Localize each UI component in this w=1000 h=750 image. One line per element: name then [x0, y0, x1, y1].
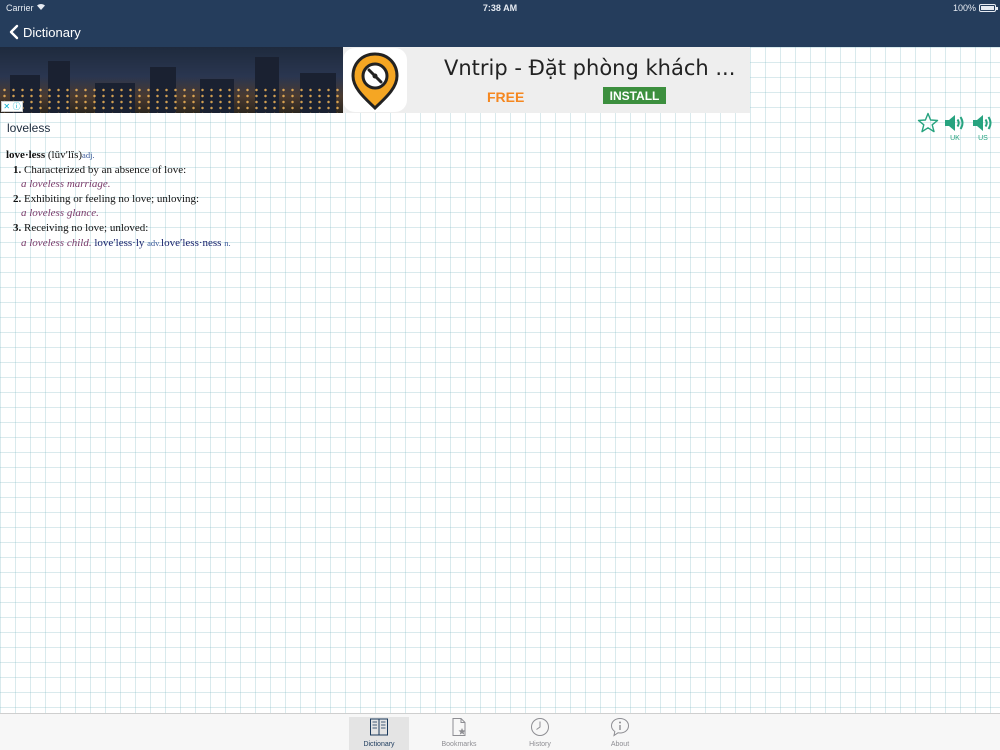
- example-text: a loveless marriage.: [21, 178, 111, 191]
- bookmark-page-icon: [452, 718, 466, 736]
- battery-percent: 100%: [952, 3, 976, 13]
- content-area: ✕ ⓘ Vntrip - Đặt phòng khách ... FREE IN…: [0, 47, 1000, 713]
- location-pin-icon: [351, 52, 399, 111]
- definition-text: Receiving no love; unloved:: [24, 221, 149, 234]
- speaker-us-button[interactable]: US: [970, 112, 996, 144]
- tab-bookmarks-label: Bookmarks: [441, 741, 477, 748]
- headword: love·less: [6, 149, 46, 161]
- info-icon[interactable]: ⓘ: [13, 101, 21, 112]
- tab-about-label: About: [610, 741, 630, 748]
- sense-number: 2.: [13, 192, 22, 205]
- speaker-icon: [973, 115, 992, 131]
- tab-history-label: History: [529, 741, 551, 748]
- example-line: a loveless child. love′less·ly adv.love′…: [6, 236, 231, 251]
- ad-app-logo: [343, 48, 407, 112]
- book-icon: [370, 718, 388, 736]
- sense-number: 3.: [13, 221, 22, 234]
- tab-history[interactable]: History: [510, 717, 570, 750]
- navigation-bar: Dictionary: [0, 16, 1000, 47]
- derived-pos: adv.: [147, 237, 162, 248]
- pronunciation: (lŭv′lĭs): [47, 149, 83, 161]
- sense-definition: 3. Receiving no love; unloved:: [6, 221, 231, 236]
- tab-bookmarks[interactable]: Bookmarks: [429, 717, 489, 750]
- sense-definition: 2. Exhibiting or feeling no love; unlovi…: [6, 192, 231, 207]
- entry-actions: UK US: [910, 112, 1000, 146]
- info-bubble-icon: [610, 717, 630, 737]
- back-button[interactable]: Dictionary: [8, 22, 81, 42]
- speaker-icon: [945, 115, 964, 131]
- dictionary-entry: love·less (lŭv′lĭs)adj. 1. Characterized…: [6, 148, 231, 250]
- ad-install-button[interactable]: INSTALL: [603, 87, 666, 104]
- derived-word: love′less·ness: [161, 236, 222, 249]
- clock-icon: [531, 718, 549, 736]
- tab-about[interactable]: About: [590, 717, 650, 750]
- ad-close-button[interactable]: ✕ ⓘ: [1, 101, 23, 112]
- definition-text: Characterized by an absence of love:: [24, 163, 187, 176]
- battery-icon: [979, 4, 998, 12]
- close-icon[interactable]: ✕: [3, 102, 10, 111]
- word-heading: loveless: [7, 121, 51, 135]
- example-text: a loveless glance.: [21, 207, 99, 220]
- back-button-label: Dictionary: [23, 24, 81, 40]
- ad-free-label: FREE: [487, 89, 525, 105]
- definition-text: Exhibiting or feeling no love; unloving:: [24, 192, 200, 205]
- sense-number: 1.: [13, 163, 22, 176]
- example-text: a loveless child.: [21, 236, 92, 249]
- derived-word: love′less·ly: [94, 236, 145, 249]
- star-icon[interactable]: [917, 112, 939, 134]
- status-bar: Carrier 7:38 AM 100%: [0, 0, 1000, 16]
- chevron-left-icon: [9, 24, 19, 40]
- part-of-speech: adj.: [82, 150, 95, 160]
- speaker-us-label: US: [978, 135, 988, 142]
- tab-dictionary[interactable]: Dictionary: [349, 717, 409, 750]
- tab-bar: Dictionary Bookmarks History About: [0, 713, 1000, 750]
- entry-header: love·less (lŭv′lĭs)adj.: [6, 148, 231, 163]
- sense-definition: 1. Characterized by an absence of love:: [6, 163, 231, 178]
- speaker-uk-button[interactable]: UK: [942, 112, 968, 144]
- clock-time: 7:38 AM: [482, 3, 518, 13]
- tab-dictionary-label: Dictionary: [363, 741, 395, 748]
- ad-city-image: [0, 47, 343, 113]
- derived-pos: n.: [224, 237, 231, 248]
- ad-banner[interactable]: ✕ ⓘ Vntrip - Đặt phòng khách ... FREE IN…: [0, 47, 750, 113]
- ad-title: Vntrip - Đặt phòng khách ...: [444, 56, 736, 80]
- speaker-uk-label: UK: [950, 135, 960, 142]
